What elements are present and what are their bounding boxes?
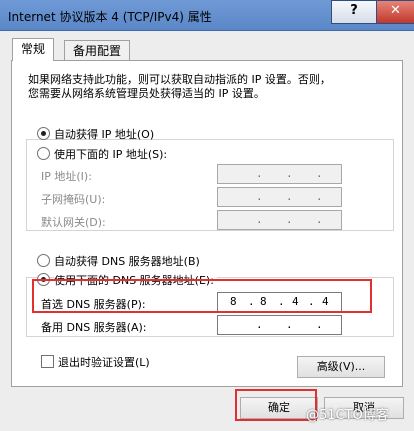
subnet-mask-label: 子网掩码(U): [41, 193, 106, 206]
alternate-dns-input[interactable]: ... [217, 315, 342, 335]
validate-on-exit-label: 退出时验证设置(L) [58, 356, 150, 369]
tcpip-properties-dialog: Internet 协议版本 4 (TCP/IPv4) 属性 ? ✕ 常规 备用配… [0, 0, 414, 431]
tab-alternate-config[interactable]: 备用配置 [64, 40, 131, 61]
preferred-dns-octet-2: 8 [260, 295, 267, 308]
preferred-dns-label: 首选 DNS 服务器(P): [41, 298, 146, 311]
manual-dns-radio[interactable] [37, 273, 50, 286]
default-gateway-label: 默认网关(D): [41, 216, 106, 229]
help-icon: ? [350, 3, 358, 18]
ip-address-label: IP 地址(I): [41, 170, 92, 183]
manual-ip-radio[interactable] [37, 147, 50, 160]
auto-dns-radio[interactable] [37, 254, 50, 267]
close-button[interactable]: ✕ [376, 0, 414, 24]
preferred-dns-octet-4: 4 [322, 295, 329, 308]
subnet-mask-input[interactable]: ... [217, 187, 342, 207]
title-bar[interactable]: Internet 协议版本 4 (TCP/IPv4) 属性 ? ✕ [0, 0, 414, 31]
alternate-dns-label: 备用 DNS 服务器(A): [41, 321, 147, 334]
help-button[interactable]: ? [331, 0, 377, 24]
watermark: @51CTO博客 [306, 408, 389, 423]
advanced-button[interactable]: 高级(V)... [297, 356, 385, 378]
ip-address-input[interactable]: ... [217, 164, 342, 184]
preferred-dns-input[interactable]: 8 . 8 . 4 . 4 [217, 292, 342, 312]
preferred-dns-octet-3: 4 [292, 295, 299, 308]
description-line-2: 您需要从网络系统管理员处获得适当的 IP 设置。 [28, 87, 265, 100]
tab-general[interactable]: 常规 [12, 38, 55, 61]
preferred-dns-octet-1: 8 [230, 295, 237, 308]
manual-ip-label: 使用下面的 IP 地址(S): [54, 146, 171, 162]
general-tab-panel: 如果网络支持此功能，则可以获取自动指派的 IP 设置。否则， 您需要从网络系统管… [11, 60, 403, 387]
window-title: Internet 协议版本 4 (TCP/IPv4) 属性 [8, 10, 212, 24]
manual-dns-label: 使用下面的 DNS 服务器地址(E): [54, 272, 217, 288]
close-icon: ✕ [390, 3, 401, 18]
auto-dns-label: 自动获得 DNS 服务器地址(B) [54, 255, 200, 268]
auto-ip-radio[interactable] [37, 127, 50, 140]
default-gateway-input[interactable]: ... [217, 210, 342, 230]
auto-ip-label: 自动获得 IP 地址(O) [54, 128, 155, 141]
validate-on-exit-checkbox[interactable] [41, 355, 54, 368]
